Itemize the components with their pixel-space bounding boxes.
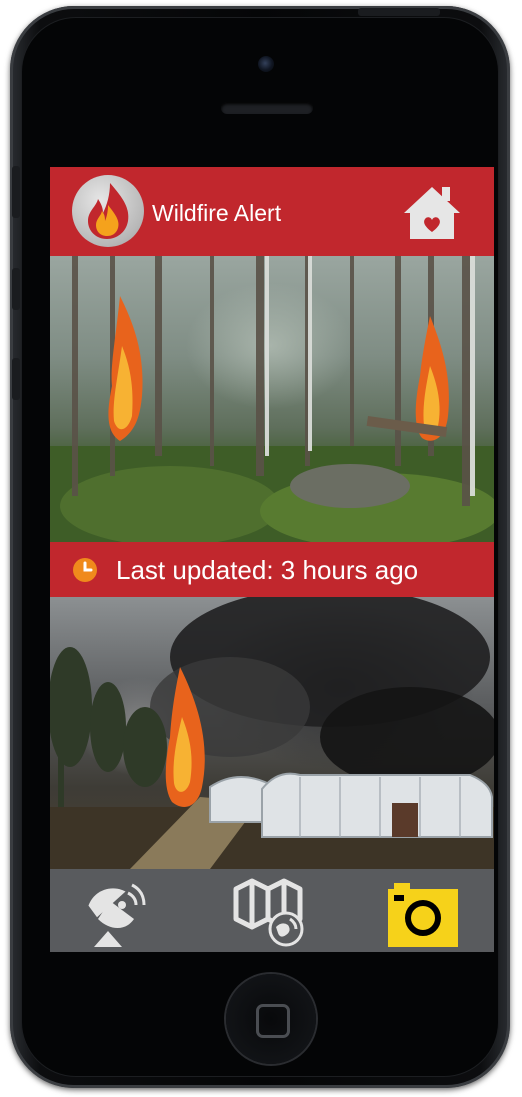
volume-down-button [12,358,20,400]
last-updated-bar: Last updated: 3 hours ago [50,542,494,597]
app-screen: Wildfire Alert Last updated: 3 hours ago [50,167,494,952]
bottom-navigation [50,869,494,952]
clock-icon [72,557,98,583]
home-button-square-icon [256,1004,290,1038]
home-heart-icon[interactable] [402,185,462,241]
map-globe-icon[interactable] [226,875,314,949]
power-button [358,8,440,16]
earpiece-speaker [221,102,313,114]
satellite-dish-icon[interactable] [80,875,168,949]
flame-logo-icon [72,175,144,247]
app-title: Wildfire Alert [152,200,282,226]
greenhouse-fire-photo [50,587,494,869]
mute-switch [12,166,20,218]
last-updated-text: Last updated: 3 hours ago [116,555,419,585]
camera-icon[interactable] [380,875,468,949]
forest-fire-photo [50,256,494,549]
app-header: Wildfire Alert [50,167,494,256]
home-hardware-button[interactable] [226,974,316,1064]
volume-up-button [12,268,20,310]
front-camera [258,56,274,72]
